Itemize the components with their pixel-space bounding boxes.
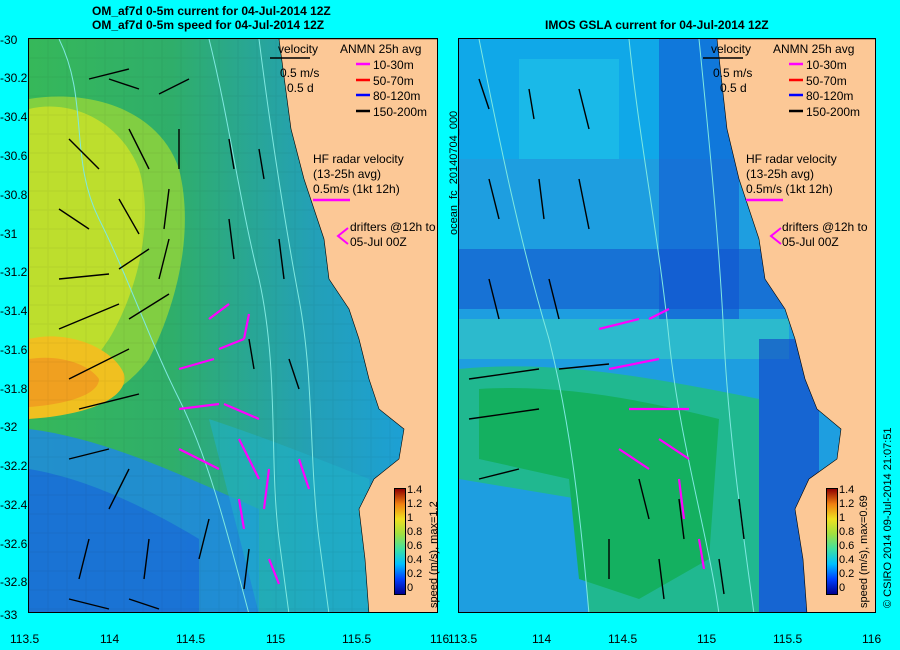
- y-tick: -32.6: [0, 537, 28, 551]
- left-colorbar: [394, 488, 406, 595]
- y-tick: -31: [0, 227, 18, 241]
- left-colorbar-label: speed (m/s), max=1.2: [428, 501, 440, 608]
- left-cb-tick: 0.6: [407, 540, 423, 552]
- x-tick-right: 114.5: [608, 632, 638, 646]
- x-tick-left: 113.5: [10, 632, 40, 646]
- right-colorbar: [826, 488, 838, 595]
- x-tick-left: 116: [430, 632, 450, 646]
- credit-label: © CSIRO 2014 09-Jul-2014 21:07:51: [882, 427, 894, 608]
- left-legend-symbols: [270, 57, 370, 245]
- left-title-current: OM_af7d 0-5m current for 04-Jul-2014 12Z: [92, 4, 331, 18]
- right-forecast-label: ocean_fc_20140704_000: [448, 110, 460, 235]
- x-tick-right: 115.5: [773, 632, 803, 646]
- x-tick-left: 114: [100, 632, 120, 646]
- left-cb-tick: 0.2: [407, 568, 423, 580]
- y-tick: -31.6: [0, 343, 28, 357]
- right-cb-tick: 0: [839, 582, 846, 594]
- right-cb-tick: 0.6: [839, 540, 855, 552]
- x-tick-left: 114.5: [176, 632, 206, 646]
- left-title-speed: OM_af7d 0-5m speed for 04-Jul-2014 12Z: [92, 18, 325, 32]
- left-cb-tick: 1: [407, 512, 414, 524]
- y-tick: -32.2: [0, 459, 28, 473]
- y-tick: -30.6: [0, 149, 28, 163]
- right-legend-symbols: [703, 57, 803, 245]
- y-tick: -30.2: [0, 71, 28, 85]
- y-tick: -32: [0, 420, 18, 434]
- x-tick-left: 115: [266, 632, 286, 646]
- right-cb-tick: 1.2: [839, 498, 855, 510]
- right-cb-tick: 0.2: [839, 568, 855, 580]
- y-tick: -30: [0, 33, 18, 47]
- y-tick: -30.8: [0, 188, 28, 202]
- right-colorbar-label: speed (m/s), max=0.69: [858, 495, 870, 608]
- y-tick: -31.2: [0, 265, 28, 279]
- x-tick-right: 116: [862, 632, 882, 646]
- left-cb-tick: 1.2: [407, 498, 423, 510]
- y-tick: -30.4: [0, 110, 28, 124]
- y-tick: -32.4: [0, 498, 28, 512]
- right-cb-tick: 1: [839, 512, 846, 524]
- left-cb-tick: 0.4: [407, 554, 423, 566]
- right-title: IMOS GSLA current for 04-Jul-2014 12Z: [545, 18, 769, 32]
- left-cb-tick: 0.8: [407, 526, 423, 538]
- right-cb-tick: 0.4: [839, 554, 855, 566]
- y-tick: -33: [0, 608, 18, 622]
- y-tick: -32.8: [0, 575, 28, 589]
- y-tick: -31.8: [0, 382, 28, 396]
- x-tick-right: 113.5: [448, 632, 478, 646]
- x-tick-right: 115: [697, 632, 717, 646]
- right-cb-tick: 1.4: [839, 484, 855, 496]
- left-cb-tick: 0: [407, 582, 414, 594]
- x-tick-left: 115.5: [342, 632, 372, 646]
- y-tick: -31.4: [0, 304, 28, 318]
- left-cb-tick: 1.4: [407, 484, 423, 496]
- x-tick-right: 114: [532, 632, 552, 646]
- right-cb-tick: 0.8: [839, 526, 855, 538]
